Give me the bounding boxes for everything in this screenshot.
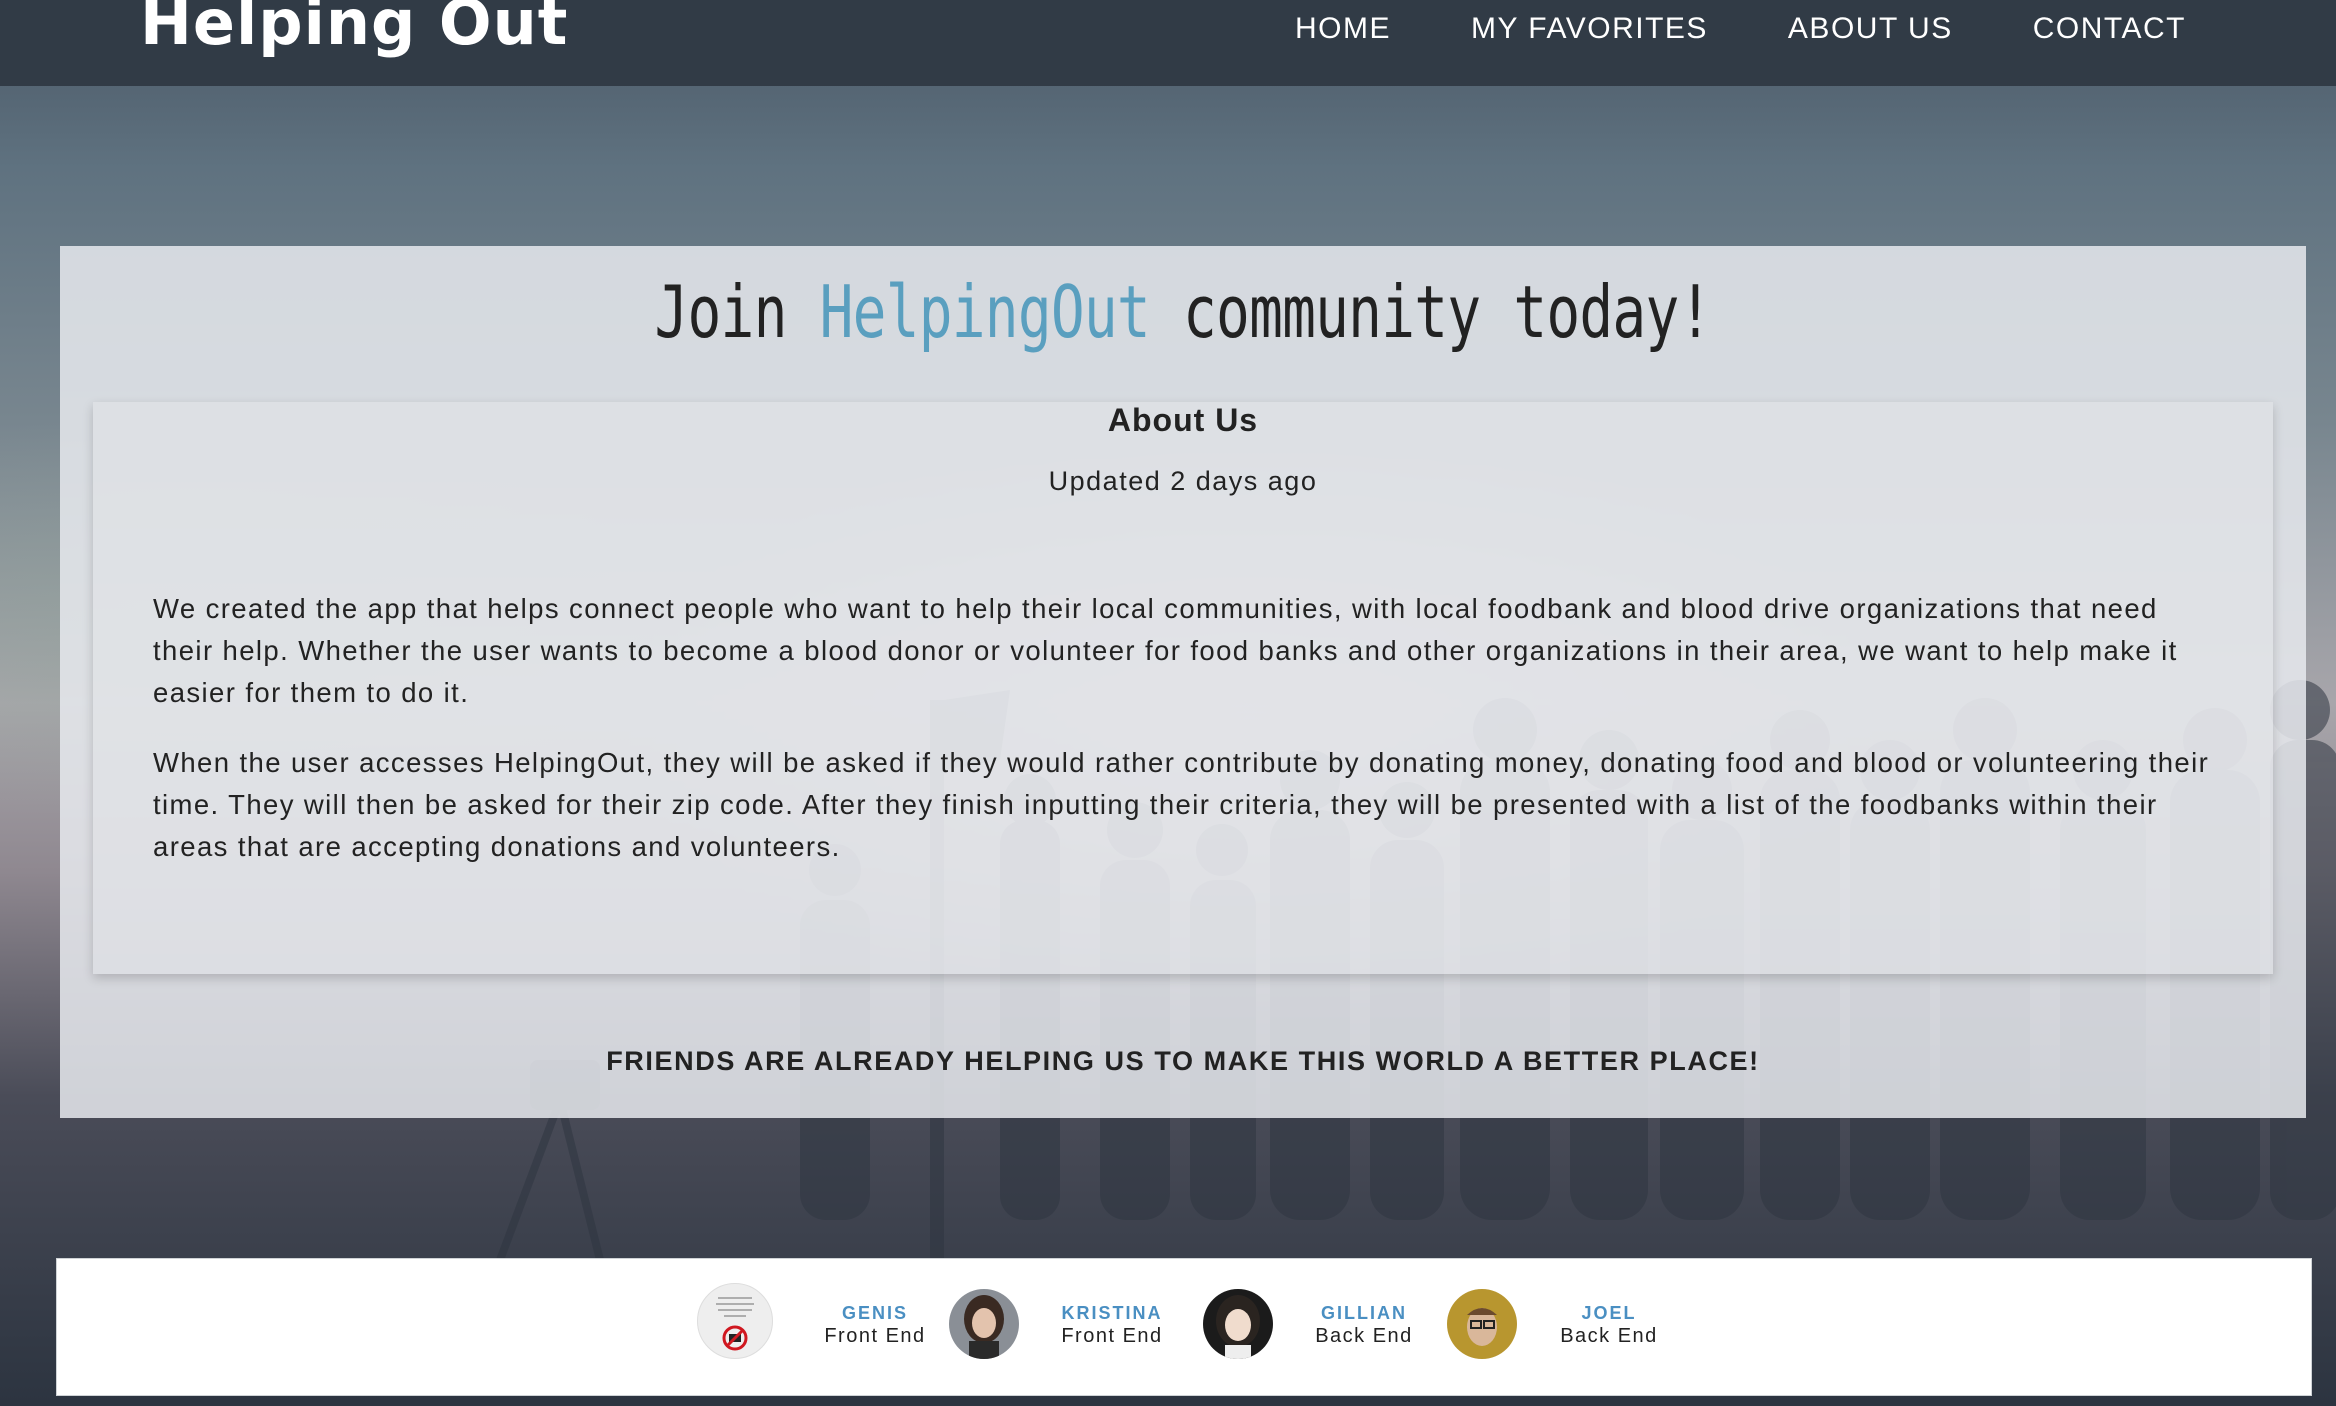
member-name-gillian: GILLIAN — [1321, 1303, 1407, 1323]
top-navigation-bar: Helping Out HOME MY FAVORITES ABOUT US C… — [0, 0, 2336, 86]
member-name-joel: JOEL — [1581, 1303, 1637, 1323]
headline-suffix: community today! — [1149, 270, 1712, 354]
member-role-joel: Back End — [1560, 1325, 1658, 1347]
person-photo-icon — [1447, 1289, 1517, 1359]
main-nav: HOME MY FAVORITES ABOUT US CONTACT — [1215, 12, 2186, 46]
page-headline: Join HelpingOut community today! — [307, 270, 2059, 354]
person-photo-icon — [1203, 1289, 1273, 1359]
headline-brand: HelpingOut — [819, 270, 1151, 354]
avatar-genis — [697, 1283, 773, 1359]
member-role-kristina: Front End — [1061, 1325, 1163, 1347]
join-community-card: Join HelpingOut community today! About U… — [60, 246, 2306, 1118]
member-role-genis: Front End — [824, 1325, 926, 1347]
member-role-gillian: Back End — [1315, 1325, 1413, 1347]
site-logo[interactable]: Helping Out — [140, 0, 568, 59]
about-paragraph-2: When the user accesses HelpingOut, they … — [153, 747, 2210, 862]
friends-tagline: FRIENDS ARE ALREADY HELPING US TO MAKE T… — [606, 1046, 1760, 1076]
member-name-genis: GENIS — [841, 1303, 908, 1323]
avatar-kristina — [949, 1289, 1019, 1359]
headline-prefix: Join — [654, 270, 820, 354]
nav-home[interactable]: HOME — [1295, 12, 1391, 46]
team-members-bar: GENIS Front End KRISTINA Front End GILLI… — [56, 1258, 2312, 1396]
about-us-panel: About Us Updated 2 days ago We created t… — [93, 402, 2273, 974]
avatar-joel — [1447, 1289, 1517, 1359]
about-us-title: About Us — [1107, 402, 1259, 438]
about-paragraph-1: We created the app that helps connect pe… — [153, 593, 2178, 708]
member-name-kristina: KRISTINA — [1061, 1303, 1163, 1323]
avatar-gillian — [1203, 1289, 1273, 1359]
nav-about-us[interactable]: ABOUT US — [1788, 12, 1953, 46]
no-camera-icon — [716, 1297, 754, 1351]
person-photo-icon — [949, 1289, 1019, 1359]
nav-contact[interactable]: CONTACT — [2033, 12, 2186, 46]
about-updated-timestamp: Updated 2 days ago — [1048, 466, 1318, 496]
nav-my-favorites[interactable]: MY FAVORITES — [1471, 12, 1708, 46]
